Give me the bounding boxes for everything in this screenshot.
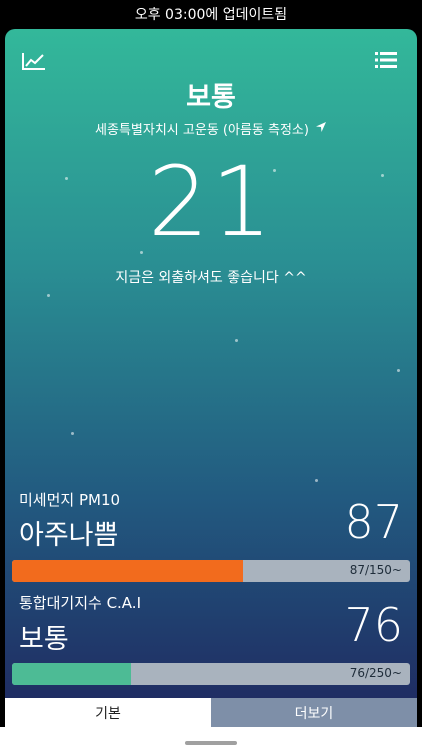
cai-value: 76: [344, 598, 403, 652]
update-time-text: 오후 03:00에 업데이트됨: [134, 7, 288, 23]
location-text: 세종특별자치시 고운동 (아름동 측정소): [95, 123, 309, 138]
cai-label: 통합대기지수 C.A.I: [19, 594, 141, 612]
pm10-value: 87: [344, 495, 403, 549]
home-indicator[interactable]: [185, 741, 237, 745]
tab-basic[interactable]: 기본: [5, 698, 211, 727]
cai-progress-fill: [12, 663, 132, 685]
pm10-bar-text: 87/150~: [349, 563, 402, 577]
advice-message: 지금은 외출하셔도 좋습니다 ^^: [115, 270, 307, 286]
air-quality-grade: 보통: [186, 82, 236, 113]
location-row[interactable]: 세종특별자치시 고운동 (아름동 측정소): [5, 119, 417, 138]
pm10-status: 아주나쁨: [19, 520, 119, 551]
pm10-progress-bar: 87/150~: [12, 560, 410, 582]
cai-status: 보통: [19, 624, 69, 655]
main-card: 보통 세종특별자치시 고운동 (아름동 측정소) 21 지금은 외출하셔도 좋습…: [5, 29, 417, 698]
location-arrow-icon: [315, 121, 327, 137]
bottom-tabs: 기본 더보기: [5, 698, 417, 727]
pm10-label: 미세먼지 PM10: [19, 491, 121, 509]
air-quality-value: 21: [147, 146, 275, 258]
cai-progress-bar: 76/250~: [12, 663, 410, 685]
status-bar: 오후 03:00에 업데이트됨: [0, 0, 422, 28]
list-menu-icon[interactable]: [375, 51, 401, 71]
chart-trend-icon[interactable]: [21, 51, 47, 71]
bottom-safe-area: [0, 727, 422, 750]
tab-more[interactable]: 더보기: [211, 698, 417, 727]
pm10-progress-fill: [12, 560, 243, 582]
cai-bar-text: 76/250~: [349, 666, 402, 680]
